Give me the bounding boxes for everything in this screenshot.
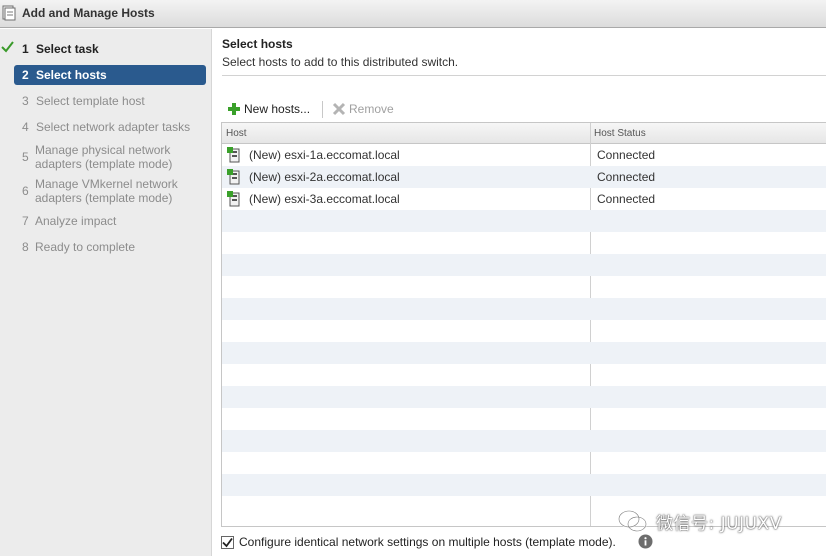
empty-row	[222, 298, 826, 320]
host-name: (New) esxi-2a.eccomat.local	[249, 170, 400, 184]
empty-row	[222, 430, 826, 452]
grid-header: Host Host Status	[222, 123, 826, 144]
empty-row	[222, 452, 826, 474]
host-status: Connected	[597, 170, 656, 184]
step-number: 8	[22, 240, 29, 254]
step-number: 2	[22, 68, 29, 82]
template-mode-checkbox[interactable]	[221, 535, 234, 549]
table-row[interactable]: (New) esxi-2a.eccomat.local Connected	[222, 166, 826, 188]
template-mode-option[interactable]: Configure identical network settings on …	[221, 533, 616, 551]
wechat-watermark: 微信号: JUJUXV	[618, 508, 782, 534]
empty-row	[222, 232, 826, 254]
step-select-hosts[interactable]: 2 Select hosts	[14, 65, 206, 85]
divider	[222, 75, 826, 76]
step-label-line2: adapters (template mode)	[35, 157, 173, 171]
host-status: Connected	[597, 192, 656, 206]
info-icon[interactable]	[638, 534, 653, 549]
step-label: Manage VMkernel network adapters (templa…	[35, 177, 178, 205]
remove-label: Remove	[349, 102, 394, 116]
page-subtitle: Select hosts to add to this distributed …	[222, 55, 459, 69]
host-name: (New) esxi-1a.eccomat.local	[249, 148, 400, 162]
table-row[interactable]: (New) esxi-3a.eccomat.local Connected	[222, 188, 826, 210]
step-label: Select task	[36, 42, 99, 56]
step-label: Select hosts	[36, 68, 107, 82]
wizard-window-icon	[2, 5, 16, 21]
empty-row	[222, 276, 826, 298]
host-icon	[227, 191, 240, 207]
step-number: 6	[22, 184, 29, 198]
template-mode-label: Configure identical network settings on …	[239, 535, 616, 549]
title-bar: Add and Manage Hosts	[0, 0, 826, 28]
step-label-line1: Manage VMkernel network	[35, 177, 178, 191]
table-row[interactable]: (New) esxi-1a.eccomat.local Connected	[222, 144, 826, 166]
step-number: 4	[22, 120, 29, 134]
step-label: Manage physical network adapters (templa…	[35, 143, 172, 171]
step-label-line2: adapters (template mode)	[35, 191, 173, 205]
step-number: 7	[22, 214, 29, 228]
step-number: 1	[22, 42, 29, 56]
checkmark-icon	[1, 41, 14, 53]
step-label: Ready to complete	[35, 240, 136, 254]
new-hosts-button[interactable]: New hosts...	[227, 100, 310, 118]
window-title: Add and Manage Hosts	[22, 6, 155, 20]
empty-row	[222, 210, 826, 232]
wizard-steps-sidebar: 1 Select task 2 Select hosts 3 Select te…	[0, 29, 212, 556]
add-plus-icon	[228, 103, 240, 115]
remove-x-icon	[332, 102, 346, 116]
step-number: 3	[22, 94, 29, 108]
wechat-icon	[618, 510, 647, 532]
host-status: Connected	[597, 148, 656, 162]
watermark-text: 微信号: JUJUXV	[656, 513, 782, 534]
step-label: Select network adapter tasks	[36, 120, 191, 134]
empty-row	[222, 342, 826, 364]
host-icon	[227, 169, 240, 185]
hosts-grid: Host Host Status (New) esxi-1a.eccomat.l…	[221, 122, 826, 527]
page-title: Select hosts	[222, 37, 293, 51]
remove-button[interactable]: Remove	[332, 100, 394, 118]
empty-row	[222, 474, 826, 496]
host-icon	[227, 147, 240, 163]
empty-row	[222, 364, 826, 386]
column-header-host[interactable]: Host	[226, 128, 247, 139]
host-name: (New) esxi-3a.eccomat.local	[249, 192, 400, 206]
empty-row	[222, 320, 826, 342]
new-hosts-label: New hosts...	[244, 102, 311, 116]
empty-row	[222, 254, 826, 276]
step-label: Select template host	[36, 94, 145, 108]
checkmark-icon	[222, 537, 233, 547]
step-number: 5	[22, 150, 29, 164]
column-header-host-status[interactable]: Host Status	[594, 128, 646, 139]
step-label: Analyze impact	[35, 214, 117, 228]
empty-row	[222, 408, 826, 430]
empty-row	[222, 386, 826, 408]
toolbar-separator	[322, 101, 323, 118]
step-label-line1: Manage physical network	[35, 143, 171, 157]
